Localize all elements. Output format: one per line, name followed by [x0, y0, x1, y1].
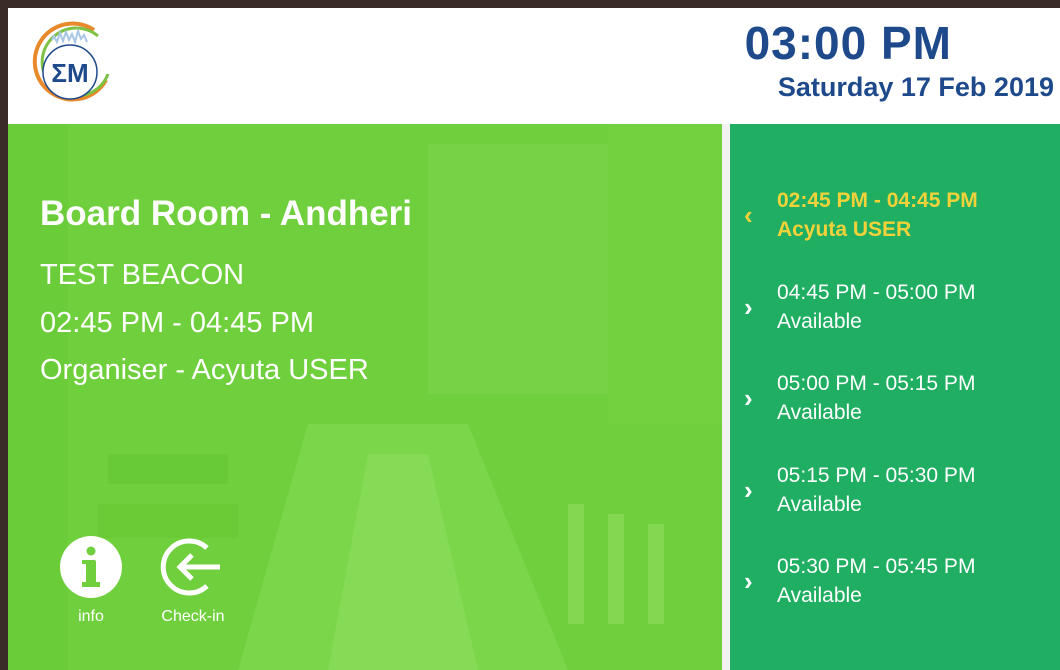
schedule-slot[interactable]: › 05:15 PM - 05:30 PM Available	[730, 461, 1060, 531]
schedule-list: ‹ 02:45 PM - 04:45 PM Acyuta USER › 04:4…	[730, 124, 1060, 670]
chevron-right-icon: ›	[744, 566, 753, 596]
slot-time-range: 05:15 PM - 05:30 PM	[777, 464, 976, 487]
slot-status: Available	[777, 493, 862, 516]
slot-status: Acyuta USER	[777, 218, 912, 241]
slot-time-range: 05:30 PM - 05:45 PM	[777, 555, 976, 578]
room-display-screen: ΣM 03:00 PM Saturday 17 Feb 2019 Board R…	[8, 8, 1060, 670]
slot-time-range: 02:45 PM - 04:45 PM	[777, 189, 978, 212]
info-label: info	[78, 608, 104, 625]
current-time: 03:00 PM	[744, 17, 952, 69]
chevron-right-icon: ›	[744, 292, 753, 322]
logo-text: ΣM	[51, 58, 88, 88]
slot-status: Available	[777, 401, 862, 424]
check-in-icon	[160, 538, 220, 596]
meeting-organiser: Organiser - Acyuta USER	[40, 354, 369, 386]
panel-divider	[722, 124, 730, 670]
check-in-button[interactable]: Check-in	[148, 534, 238, 626]
slot-time-range: 04:45 PM - 05:00 PM	[777, 281, 976, 304]
info-button[interactable]: info	[46, 534, 136, 626]
meeting-time: 02:45 PM - 04:45 PM	[40, 307, 315, 339]
slot-time-range: 05:00 PM - 05:15 PM	[777, 372, 976, 395]
device-frame: ΣM 03:00 PM Saturday 17 Feb 2019 Board R…	[0, 0, 1060, 670]
room-name: Board Room - Andheri	[40, 194, 413, 233]
schedule-slot[interactable]: › 04:45 PM - 05:00 PM Available	[730, 278, 1060, 348]
current-meeting-panel: Board Room - Andheri TEST BEACON 02:45 P…	[8, 124, 722, 670]
slot-status: Available	[777, 310, 862, 333]
chevron-right-icon: ›	[744, 383, 753, 413]
schedule-slot[interactable]: › 05:00 PM - 05:15 PM Available	[730, 369, 1060, 439]
check-in-label: Check-in	[161, 608, 225, 625]
meeting-title: TEST BEACON	[40, 259, 245, 291]
chevron-left-icon: ‹	[744, 200, 753, 230]
current-date: Saturday 17 Feb 2019	[777, 72, 1054, 102]
header-bar: ΣM 03:00 PM Saturday 17 Feb 2019	[8, 8, 1060, 124]
schedule-slot[interactable]: › 05:30 PM - 05:45 PM Available	[730, 552, 1060, 622]
schedule-slot-current[interactable]: ‹ 02:45 PM - 04:45 PM Acyuta USER	[730, 186, 1060, 256]
company-logo: ΣM	[32, 21, 110, 102]
info-icon	[60, 536, 122, 598]
slot-status: Available	[777, 584, 862, 607]
chevron-right-icon: ›	[744, 475, 753, 505]
